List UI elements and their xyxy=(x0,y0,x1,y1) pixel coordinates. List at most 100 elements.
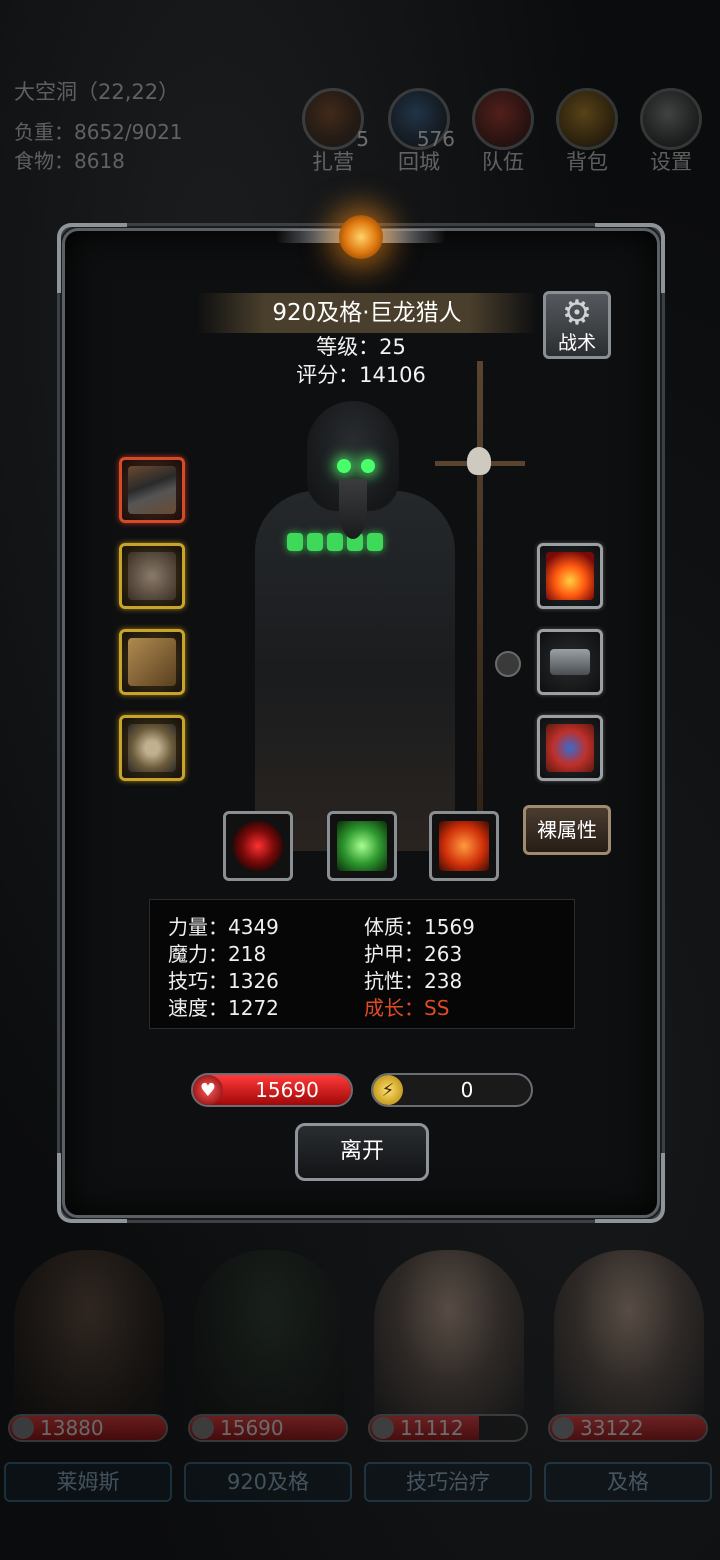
settings-button[interactable]: 设置 xyxy=(636,88,706,176)
team-label: 队伍 xyxy=(482,150,524,174)
accessory-slot-3[interactable] xyxy=(537,715,603,781)
frame-corner xyxy=(595,1153,665,1223)
sun-emblem-icon xyxy=(339,215,383,259)
camp-count: 5 xyxy=(356,127,369,151)
return-count: 576 xyxy=(416,127,455,151)
bag-button[interactable]: 背包 xyxy=(552,88,622,176)
member-hp-bar: 15690 xyxy=(188,1414,348,1442)
ornament-wing xyxy=(376,229,446,243)
skill-slot-1[interactable] xyxy=(223,811,293,881)
location-label: 大空洞（22,22） xyxy=(14,80,180,104)
member-portrait xyxy=(554,1250,704,1420)
hp-bar: ♥ 15690 xyxy=(191,1073,353,1107)
plague-hood xyxy=(307,401,399,539)
heart-icon: ♥ xyxy=(193,1075,223,1105)
skull-ornament xyxy=(467,447,491,475)
heal-cross-skill-icon xyxy=(439,821,489,871)
member-hp-bar: 11112 xyxy=(368,1414,528,1442)
strength-stat: 力量：4349 xyxy=(168,915,279,939)
skill-slot-2[interactable] xyxy=(327,811,397,881)
hero-name: 920及格·巨龙猎人 xyxy=(197,293,537,333)
portal-icon: 576 xyxy=(388,88,455,151)
growth-stat: 成长：SS xyxy=(364,996,450,1020)
skill-stat: 技巧：1326 xyxy=(168,969,279,993)
shield-icon xyxy=(372,1417,394,1439)
bag-label: 背包 xyxy=(566,150,608,174)
chest-icon xyxy=(556,88,618,150)
glowing-eye xyxy=(361,459,375,473)
banner-icon xyxy=(472,88,534,150)
member-hp-bar: 13880 xyxy=(8,1414,168,1442)
ring-icon xyxy=(128,724,176,772)
armor-stat: 护甲：263 xyxy=(364,942,463,966)
party-bar: 13880 莱姆斯 15690 920及格 11112 技巧治疗 33122 及… xyxy=(0,1240,720,1560)
frame-corner xyxy=(595,223,665,293)
food-label: 食物：8618 xyxy=(14,149,125,173)
resistance-stat: 抗性：238 xyxy=(364,969,463,993)
gloves-slot[interactable] xyxy=(119,629,185,695)
member-name: 莱姆斯 xyxy=(4,1462,172,1502)
camp-button[interactable]: 5 扎营 xyxy=(298,88,369,176)
tactics-label: 战术 xyxy=(557,332,596,354)
member-portrait xyxy=(14,1250,164,1420)
staff xyxy=(477,361,483,881)
top-hud: 大空洞（22,22） 负重：8652/9021 食物：8618 5 扎营 576… xyxy=(0,0,720,200)
member-hp: 33122 xyxy=(580,1416,644,1440)
glowing-eye xyxy=(337,459,351,473)
member-portrait xyxy=(194,1250,344,1420)
party-member[interactable]: 33122 及格 xyxy=(540,1240,716,1502)
gear-icon: ⚙ xyxy=(561,293,593,333)
pistol-icon xyxy=(128,466,176,514)
crosshair-skill-icon xyxy=(233,821,283,871)
hp-value: 15690 xyxy=(255,1078,319,1102)
gauntlet-icon xyxy=(128,638,176,686)
accessory-slot-1[interactable] xyxy=(537,543,603,609)
member-hp: 13880 xyxy=(40,1416,104,1440)
lightning-icon: ⚡ xyxy=(373,1075,403,1105)
naked-stats-button[interactable]: 裸属性 xyxy=(523,805,611,855)
stone-icon xyxy=(550,649,590,675)
top-ornament xyxy=(276,211,446,267)
censer xyxy=(495,651,521,677)
skill-slot-3[interactable] xyxy=(429,811,499,881)
party-member[interactable]: 11112 技巧治疗 xyxy=(360,1240,536,1502)
campfire-icon: 5 xyxy=(302,88,369,151)
ring-slot[interactable] xyxy=(119,715,185,781)
team-button[interactable]: 队伍 xyxy=(468,88,538,176)
member-hp-bar: 33122 xyxy=(548,1414,708,1442)
member-hp: 11112 xyxy=(400,1416,464,1440)
ornament-wing xyxy=(276,229,346,243)
skull-skill-icon xyxy=(337,821,387,871)
plague-mask-beak xyxy=(339,479,367,539)
energy-value: 0 xyxy=(460,1078,474,1102)
member-hp: 15690 xyxy=(220,1416,284,1440)
member-name: 及格 xyxy=(544,1462,712,1502)
member-name: 920及格 xyxy=(184,1462,352,1502)
magic-stat: 魔力：218 xyxy=(168,942,267,966)
hero-portrait xyxy=(215,361,525,881)
member-name: 技巧治疗 xyxy=(364,1462,532,1502)
settings-label: 设置 xyxy=(650,150,692,174)
frame-corner xyxy=(57,1153,127,1223)
party-member[interactable]: 13880 莱姆斯 xyxy=(0,1240,176,1502)
member-portrait xyxy=(374,1250,524,1420)
fire-orb-icon xyxy=(546,552,594,600)
tactics-button[interactable]: ⚙ 战术 xyxy=(543,291,611,359)
leave-button[interactable]: 离开 xyxy=(295,1123,429,1181)
armor-slot[interactable] xyxy=(119,543,185,609)
shield-icon xyxy=(552,1417,574,1439)
gear-icon xyxy=(640,88,702,150)
speed-stat: 速度：1272 xyxy=(168,996,279,1020)
weapon-slot[interactable] xyxy=(119,457,185,523)
cloth-icon xyxy=(546,724,594,772)
energy-bar: ⚡ 0 xyxy=(371,1073,533,1107)
armor-icon xyxy=(128,552,176,600)
party-member[interactable]: 15690 920及格 xyxy=(180,1240,356,1502)
shield-icon xyxy=(192,1417,214,1439)
load-label: 负重：8652/9021 xyxy=(14,120,183,144)
constitution-stat: 体质：1569 xyxy=(364,915,475,939)
return-town-button[interactable]: 576 回城 xyxy=(384,88,455,176)
hero-detail-dialog: 920及格·巨龙猎人 等级：25 评分：14106 ⚙ 战术 裸属性 力量：43… xyxy=(57,215,665,1223)
attributes-panel: 力量：4349 魔力：218 技巧：1326 速度：1272 体质：1569 护… xyxy=(149,899,575,1029)
accessory-slot-2[interactable] xyxy=(537,629,603,695)
